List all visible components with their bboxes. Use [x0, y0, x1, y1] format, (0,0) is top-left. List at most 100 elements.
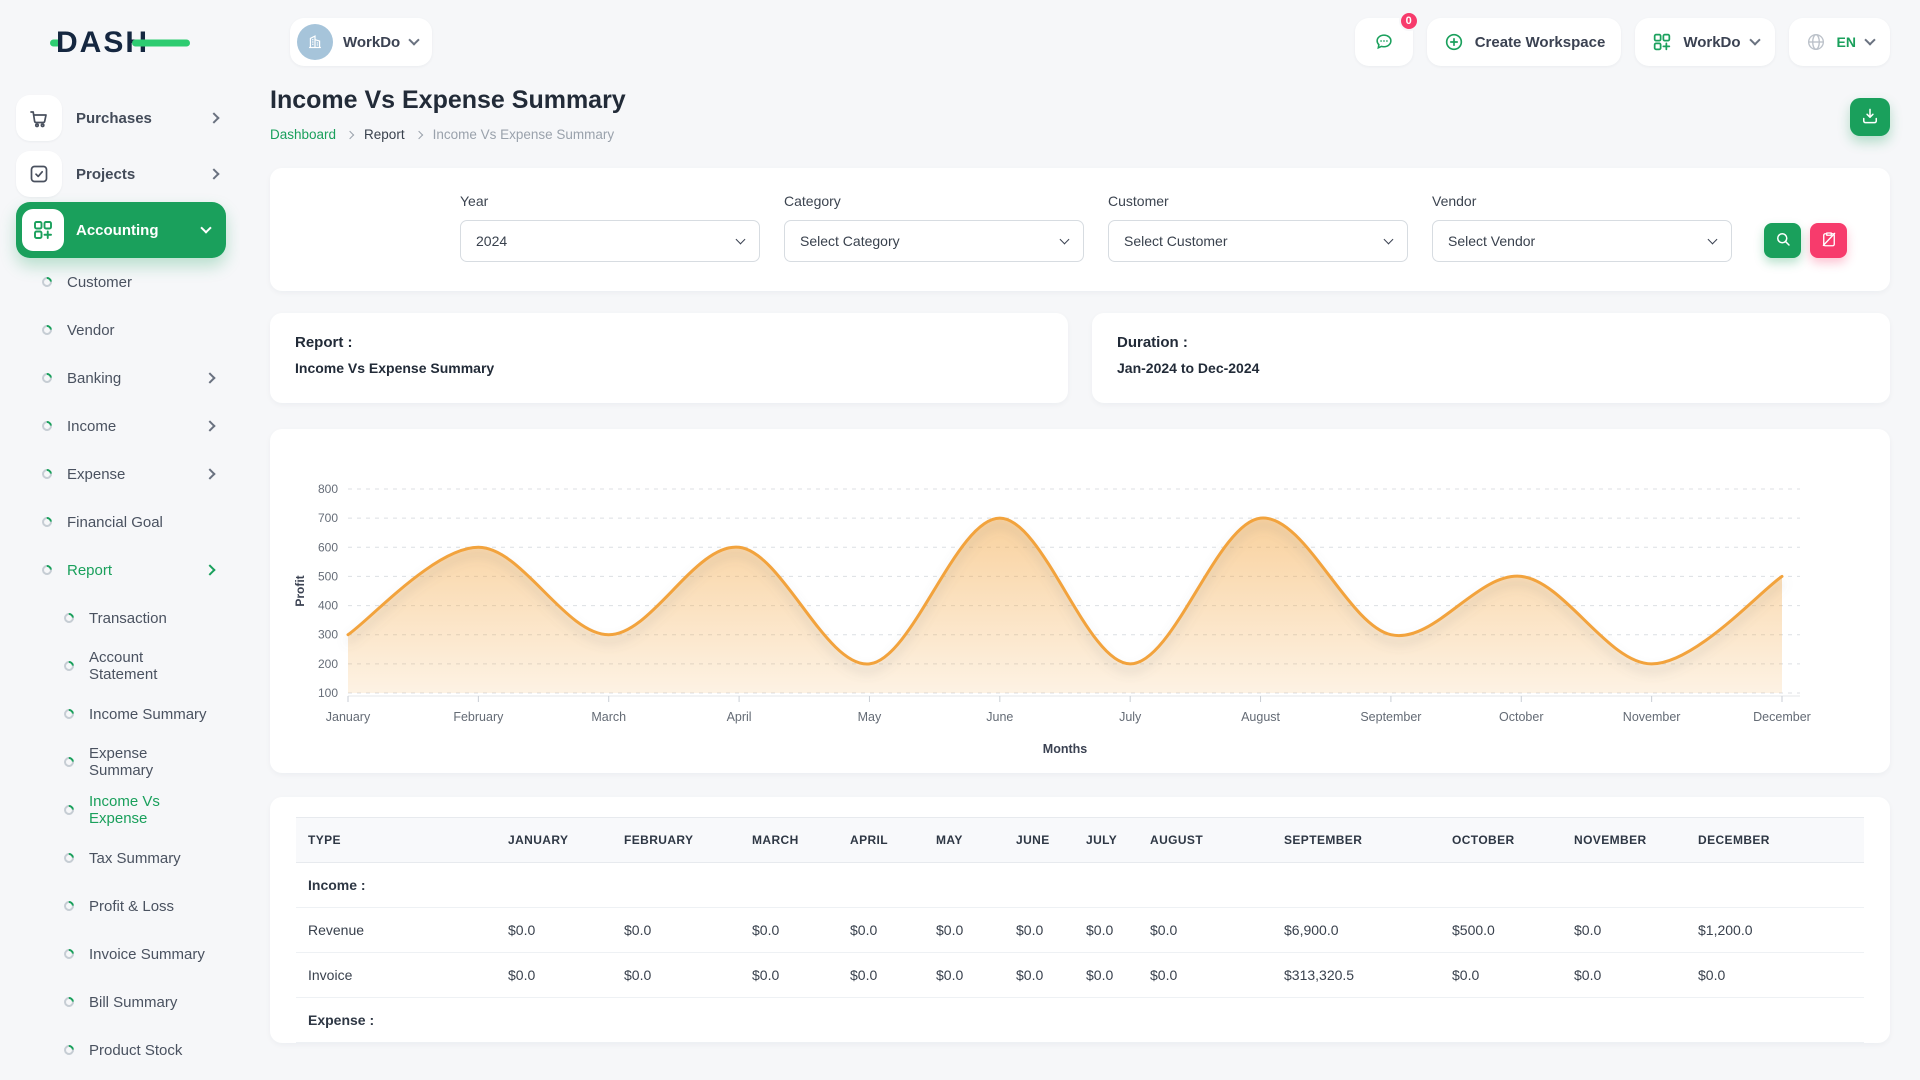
sidebar-item-financial-goal[interactable]: Financial Goal [16, 498, 240, 546]
sidebar-item-income-summary[interactable]: Income Summary [16, 690, 240, 738]
sidebar-item-cash-flow[interactable]: Cash Flow [16, 1074, 240, 1080]
bullet-icon [62, 995, 76, 1009]
year-label: Year [460, 193, 760, 209]
table-cell: $313,320.5 [1272, 953, 1440, 998]
main-area: Income Vs Expense Summary Dashboard Repor… [240, 70, 1920, 1080]
sidebar-item-income-vs-expense[interactable]: Income Vs Expense [16, 786, 240, 834]
table-cell: $0.0 [838, 908, 924, 953]
sidebar-item-invoice-summary[interactable]: Invoice Summary [16, 930, 240, 978]
report-info-title: Report : [295, 334, 1043, 351]
apply-filter-button[interactable] [1764, 223, 1801, 258]
table-group-label: Expense : [296, 998, 1864, 1043]
language-selector[interactable]: EN [1789, 18, 1890, 66]
col-header-september: SEPTEMBER [1272, 818, 1440, 863]
sidebar-item-bill-summary[interactable]: Bill Summary [16, 978, 240, 1026]
sidebar-item-tax-summary[interactable]: Tax Summary [16, 834, 240, 882]
breadcrumb-item-income-vs-expense-summary: Income Vs Expense Summary [433, 127, 615, 142]
row-type-cell: Invoice [296, 953, 496, 998]
messages-button[interactable]: 0 [1355, 18, 1413, 66]
x-tick-label: May [858, 710, 882, 724]
workspace-selector[interactable]: WorkDo [290, 18, 432, 66]
chevron-down-icon [1384, 234, 1394, 244]
col-header-march: MARCH [740, 818, 838, 863]
table-cell: $0.0 [1138, 953, 1272, 998]
y-tick-label: 700 [318, 511, 338, 525]
sidebar-item-customer[interactable]: Customer [16, 258, 240, 306]
table-cell: $0.0 [1004, 908, 1074, 953]
table-cell: $0.0 [612, 908, 740, 953]
sidebar-item-purchases[interactable]: Purchases [16, 90, 240, 146]
bullet-icon [62, 899, 76, 913]
sidebar-item-transaction[interactable]: Transaction [16, 594, 240, 642]
y-tick-label: 300 [318, 628, 338, 642]
sidebar-item-label: Income Vs Expense [89, 793, 214, 827]
table-cell: $1,200.0 [1686, 908, 1864, 953]
y-tick-label: 200 [318, 657, 338, 671]
category-select[interactable]: Select Category [784, 220, 1084, 262]
x-tick-label: October [1499, 710, 1543, 724]
download-report-button[interactable] [1850, 98, 1890, 136]
breadcrumb-item-dashboard[interactable]: Dashboard [270, 127, 336, 142]
bullet-icon [62, 611, 76, 625]
sidebar-item-label: Income Summary [89, 706, 214, 723]
breadcrumb-item-report[interactable]: Report [364, 127, 405, 142]
reset-filter-button[interactable] [1810, 223, 1847, 258]
create-workspace-button[interactable]: Create Workspace [1427, 18, 1622, 66]
app-root: DASH Purchases Projects AccountingCustomer… [0, 0, 1920, 1080]
x-tick-label: November [1623, 710, 1681, 724]
col-header-december: DECEMBER [1686, 818, 1864, 863]
download-icon [1860, 106, 1880, 129]
row-type-cell: Revenue [296, 908, 496, 953]
col-header-november: NOVEMBER [1562, 818, 1686, 863]
sidebar-item-label: Vendor [67, 322, 214, 339]
table-cell: $0.0 [1004, 953, 1074, 998]
bullet-icon [62, 755, 76, 769]
sidebar-item-projects[interactable]: Projects [16, 146, 240, 202]
sidebar-item-expense[interactable]: Expense [16, 450, 240, 498]
vendor-select[interactable]: Select Vendor [1432, 220, 1732, 262]
x-tick-label: July [1119, 710, 1142, 724]
create-workspace-label: Create Workspace [1475, 34, 1606, 51]
sidebar-item-report[interactable]: Report [16, 546, 240, 594]
category-label: Category [784, 193, 1084, 209]
grid-plus-icon [1651, 31, 1673, 53]
globe-icon [1805, 31, 1827, 53]
income-expense-table: TYPEJANUARYFEBRUARYMARCHAPRILMAYJUNEJULY… [296, 817, 1864, 1043]
col-header-august: AUGUST [1138, 818, 1272, 863]
sidebar-item-label: Expense [67, 466, 206, 483]
sidebar-item-income[interactable]: Income [16, 402, 240, 450]
filter-card: Year 2024 Category Select Category Custo… [270, 168, 1890, 291]
col-header-type: TYPE [296, 818, 496, 863]
sidebar-item-label: Report [67, 562, 206, 579]
sidebar-item-label: Profit & Loss [89, 898, 214, 915]
y-tick-label: 800 [318, 482, 338, 496]
x-tick-label: January [326, 710, 371, 724]
table-group-row: Income : [296, 863, 1864, 908]
y-axis-title: Profit [293, 575, 307, 606]
col-header-july: JULY [1074, 818, 1138, 863]
sidebar-nav: Purchases Projects AccountingCustomer Vendo… [16, 90, 240, 1080]
bullet-icon [62, 947, 76, 961]
sidebar-item-profit-loss[interactable]: Profit & Loss [16, 882, 240, 930]
sidebar-item-product-stock[interactable]: Product Stock [16, 1026, 240, 1074]
bullet-icon [40, 323, 54, 337]
customer-select[interactable]: Select Customer [1108, 220, 1408, 262]
sidebar-item-vendor[interactable]: Vendor [16, 306, 240, 354]
sidebar-item-expense-summary[interactable]: Expense Summary [16, 738, 240, 786]
table-cell: $0.0 [740, 908, 838, 953]
col-header-may: MAY [924, 818, 1004, 863]
sidebar-item-label: Projects [76, 166, 210, 183]
sidebar-item-account-statement[interactable]: Account Statement [16, 642, 240, 690]
app-logo[interactable]: DASH [56, 20, 240, 66]
table-group-label: Income : [296, 863, 1864, 908]
sidebar-item-label: Income [67, 418, 206, 435]
sidebar-item-label: Purchases [76, 110, 210, 127]
sidebar-item-accounting[interactable]: Accounting [16, 202, 226, 258]
sidebar-item-banking[interactable]: Banking [16, 354, 240, 402]
table-cell: $0.0 [1562, 908, 1686, 953]
table-cell: $0.0 [612, 953, 740, 998]
workspace-selector-label: WorkDo [343, 34, 400, 51]
table-cell: $0.0 [1440, 953, 1562, 998]
workspace-menu-button[interactable]: WorkDo [1635, 18, 1774, 66]
year-select[interactable]: 2024 [460, 220, 760, 262]
